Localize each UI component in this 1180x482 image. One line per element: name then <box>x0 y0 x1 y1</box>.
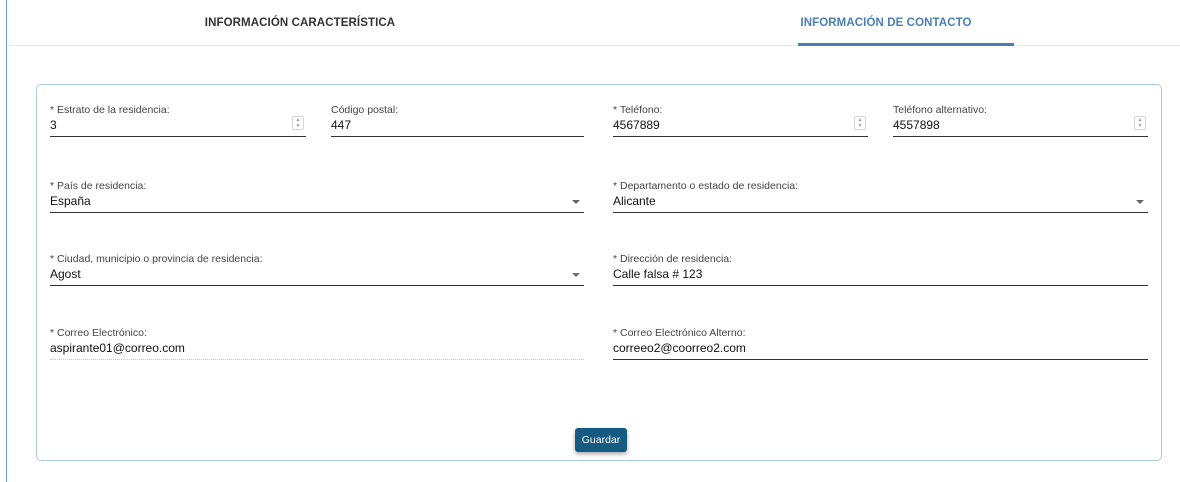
telefono-underline <box>613 136 868 137</box>
tab-informacion-caracteristica[interactable]: INFORMACIÓN CARACTERÍSTICA <box>8 0 592 46</box>
tab-bar: INFORMACIÓN CARACTERÍSTICA INFORMACIÓN D… <box>8 0 1180 46</box>
tab-informacion-contacto[interactable]: INFORMACIÓN DE CONTACTO <box>592 0 1180 46</box>
correo-alterno-underline <box>613 359 1148 360</box>
ciudad-label: * Ciudad, municipio o provincia de resid… <box>50 253 263 265</box>
direccion-label: * Dirección de residencia: <box>613 253 733 265</box>
codigo-postal-value[interactable]: 447 <box>331 118 351 132</box>
correo-value: aspirante01@correo.com <box>50 341 185 355</box>
departamento-dropdown-arrow-icon[interactable] <box>1136 200 1144 204</box>
correo-alterno-value[interactable]: correeo2@coorreo2.com <box>613 341 746 355</box>
estrato-label: * Estrato de la residencia: <box>50 104 170 116</box>
correo-underline <box>50 359 584 360</box>
telefono-alternativo-label: Teléfono alternativo: <box>893 104 987 116</box>
correo-label: * Correo Electrónico: <box>50 327 147 339</box>
guardar-button[interactable]: Guardar <box>575 428 627 452</box>
pais-dropdown-arrow-icon[interactable] <box>572 200 580 204</box>
pais-value[interactable]: España <box>50 194 91 208</box>
correo-alterno-label: * Correo Electrónico Alterno: <box>613 327 746 339</box>
departamento-label: * Departamento o estado de residencia: <box>613 180 799 192</box>
contact-form-card: * Estrato de la residencia: 3 ▲ ▼ Código … <box>36 84 1162 461</box>
estrato-underline <box>50 136 306 137</box>
active-tab-indicator <box>798 43 1014 46</box>
telefono-alternativo-value[interactable]: 4557898 <box>893 118 940 132</box>
telefono-label: * Teléfono: <box>613 104 663 116</box>
estrato-spinner-icon[interactable]: ▲ ▼ <box>292 116 304 130</box>
telefono-alternativo-spinner-icon[interactable]: ▲ ▼ <box>1134 116 1146 130</box>
departamento-value[interactable]: Alicante <box>613 194 656 208</box>
telefono-alternativo-underline <box>893 136 1148 137</box>
direccion-underline <box>613 285 1148 286</box>
codigo-postal-label: Código postal: <box>331 104 399 116</box>
direccion-value[interactable]: Calle falsa # 123 <box>613 267 702 281</box>
departamento-underline <box>613 212 1148 213</box>
ciudad-dropdown-arrow-icon[interactable] <box>572 273 580 277</box>
telefono-spinner-icon[interactable]: ▲ ▼ <box>854 116 866 130</box>
codigo-postal-underline <box>331 136 584 137</box>
pais-underline <box>50 212 584 213</box>
frame-border <box>6 0 7 482</box>
ciudad-underline <box>50 285 584 286</box>
estrato-value[interactable]: 3 <box>50 118 57 132</box>
pais-label: * País de residencia: <box>50 180 147 192</box>
ciudad-value[interactable]: Agost <box>50 267 81 281</box>
telefono-value[interactable]: 4567889 <box>613 118 660 132</box>
